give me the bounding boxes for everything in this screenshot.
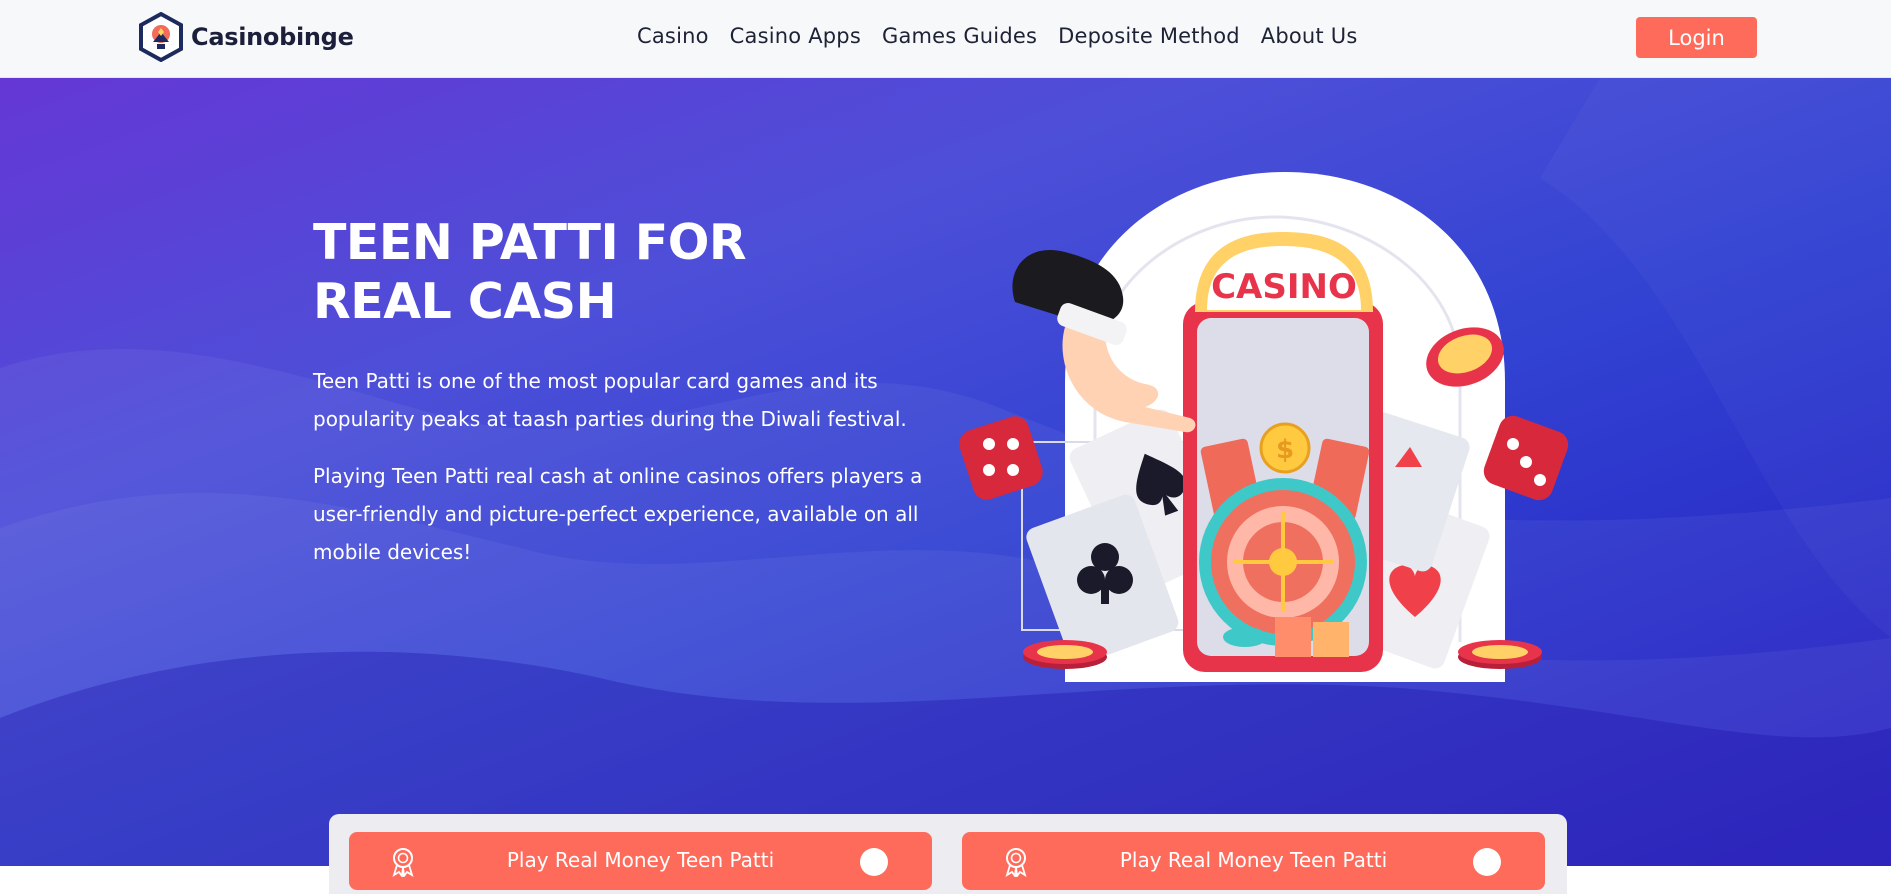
hero-title: TEEN PATTI FOR REAL CASH [313, 214, 747, 330]
site-header: Casinobinge Casino Casino Apps Games Gui… [0, 0, 1891, 78]
play-button-label: Play Real Money Teen Patti [506, 848, 775, 872]
hero-paragraph-1: Teen Patti is one of the most popular ca… [313, 369, 907, 431]
nav-about-us[interactable]: About Us [1261, 24, 1358, 48]
play-real-money-button-2[interactable]: Play Real Money Teen Patti [962, 832, 1545, 890]
login-button[interactable]: Login [1636, 17, 1757, 58]
nav-casino[interactable]: Casino [637, 24, 709, 48]
casino-illustration: CASINO $ [959, 172, 1569, 682]
nav-games-guides[interactable]: Games Guides [882, 24, 1037, 48]
hero-section: TEEN PATTI FOR REAL CASH Teen Patti is o… [0, 78, 1891, 866]
toggle-dot-icon [860, 848, 888, 876]
play-button-label: Play Real Money Teen Patti [1119, 848, 1388, 872]
logo-icon [139, 12, 183, 62]
dice-left-icon [959, 416, 1043, 500]
casino-sign-text: CASINO [1211, 267, 1357, 307]
nav-casino-apps[interactable]: Casino Apps [730, 24, 861, 48]
play-real-money-button-1[interactable]: Play Real Money Teen Patti [349, 832, 932, 890]
chip-bottom-right-icon [1458, 640, 1542, 669]
site-logo[interactable]: Casinobinge [137, 12, 354, 62]
toggle-dot-icon [1473, 848, 1501, 876]
chip-bottom-left-icon [1023, 640, 1107, 669]
nav-deposite-method[interactable]: Deposite Method [1058, 24, 1240, 48]
logo-text: Casinobinge [191, 23, 354, 51]
main-nav: Casino Casino Apps Games Guides Deposite… [637, 24, 1357, 48]
svg-text:$: $ [1276, 435, 1294, 465]
hero-paragraph-2: Playing Teen Patti real cash at online c… [313, 464, 923, 564]
